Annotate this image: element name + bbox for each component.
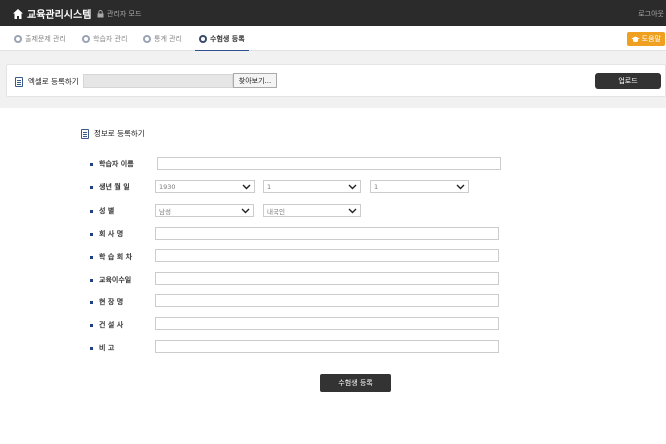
completion-label: 교육이수일 bbox=[90, 275, 131, 285]
upload-button[interactable]: 업로드 bbox=[595, 73, 661, 89]
chevron-down-icon bbox=[242, 184, 251, 190]
home-icon bbox=[13, 8, 23, 19]
birth-day-select[interactable]: 1 bbox=[370, 180, 469, 193]
chevron-down-icon bbox=[348, 184, 357, 190]
completion-label-text: 교육이수일 bbox=[99, 276, 132, 284]
name-label: 학습자 이름 bbox=[90, 159, 134, 169]
tab-question-management[interactable]: 출제문제 관리 bbox=[14, 26, 66, 51]
browse-button[interactable]: 찾아보기... bbox=[233, 73, 277, 88]
graduation-cap-icon bbox=[631, 36, 640, 42]
form-section-title: 정보로 등록하기 bbox=[81, 128, 145, 139]
bullet bbox=[90, 323, 93, 327]
company-label: 회 사 명 bbox=[90, 229, 123, 239]
logout-link[interactable]: 로그아웃 bbox=[638, 9, 664, 19]
tab-label: 출제문제 관리 bbox=[25, 34, 66, 43]
brand-title: 교육관리시스템 bbox=[27, 10, 92, 21]
session-input[interactable] bbox=[155, 249, 499, 262]
chevron-down-icon bbox=[456, 184, 465, 190]
help-button[interactable]: 도움말 bbox=[626, 32, 665, 46]
help-label: 도움말 bbox=[641, 35, 661, 43]
bullet bbox=[90, 209, 93, 213]
contractor-label-text: 건 설 사 bbox=[99, 321, 124, 329]
register-examinee-button[interactable]: 수험생 등록 bbox=[320, 374, 391, 392]
birth-month-select[interactable]: 1 bbox=[263, 180, 361, 193]
note-input[interactable] bbox=[155, 340, 499, 353]
document-icon bbox=[81, 128, 89, 139]
site-label: 현 장 명 bbox=[90, 297, 123, 307]
file-path-field[interactable] bbox=[83, 74, 233, 88]
nationality-value: 내국인 bbox=[267, 207, 285, 216]
excel-title-text: 엑셀로 등록하기 bbox=[28, 77, 79, 86]
excel-upload-panel: 엑셀로 등록하기 찾아보기... 업로드 bbox=[6, 64, 666, 97]
company-label-text: 회 사 명 bbox=[99, 230, 124, 238]
tab-icon bbox=[14, 34, 22, 43]
name-input[interactable] bbox=[157, 157, 501, 170]
tab-label: 통계 관리 bbox=[154, 34, 182, 43]
gender-select[interactable]: 남성 bbox=[155, 204, 254, 217]
tab-statistics-management[interactable]: 통계 관리 bbox=[143, 26, 182, 51]
lock-icon bbox=[97, 10, 104, 18]
top-bar: 교육관리시스템 관리자 모드 로그아웃 bbox=[0, 0, 666, 26]
brand[interactable]: 교육관리시스템 bbox=[12, 6, 91, 21]
tab-label: 수험생 등록 bbox=[210, 34, 245, 43]
note-label: 비 고 bbox=[90, 343, 114, 353]
bullet bbox=[90, 278, 93, 282]
birth-label: 생년 월 일 bbox=[90, 182, 130, 192]
bullet bbox=[90, 300, 93, 304]
gender-label: 성 별 bbox=[90, 206, 114, 216]
tab-examinee-registration[interactable]: 수험생 등록 bbox=[195, 26, 249, 52]
birth-day-value: 1 bbox=[374, 182, 379, 191]
chevron-down-icon bbox=[348, 208, 357, 214]
gender-value: 남성 bbox=[159, 207, 171, 216]
admin-mode-label: 관리자 모드 bbox=[107, 10, 142, 18]
site-label-text: 현 장 명 bbox=[99, 298, 124, 306]
session-label: 학 습 회 차 bbox=[90, 252, 132, 262]
birth-label-text: 생년 월 일 bbox=[99, 183, 130, 191]
contractor-label: 건 설 사 bbox=[90, 320, 123, 330]
document-icon bbox=[15, 76, 23, 87]
birth-month-value: 1 bbox=[267, 182, 272, 191]
form-title-text: 정보로 등록하기 bbox=[94, 129, 145, 138]
site-input[interactable] bbox=[155, 294, 499, 307]
tab-icon bbox=[143, 34, 151, 43]
bullet bbox=[90, 255, 93, 259]
birth-year-value: 1930 bbox=[159, 182, 176, 191]
tab-icon bbox=[199, 34, 207, 43]
completion-date-input[interactable] bbox=[155, 272, 499, 285]
name-label-text: 학습자 이름 bbox=[99, 160, 134, 168]
note-label-text: 비 고 bbox=[99, 344, 115, 352]
bullet bbox=[90, 162, 93, 166]
gender-label-text: 성 별 bbox=[99, 207, 115, 215]
admin-mode: 관리자 모드 bbox=[97, 9, 141, 19]
birth-year-select[interactable]: 1930 bbox=[155, 180, 255, 193]
company-input[interactable] bbox=[155, 227, 499, 240]
bullet bbox=[90, 185, 93, 189]
tab-learner-management[interactable]: 학습자 관리 bbox=[82, 26, 127, 51]
tab-icon bbox=[82, 34, 90, 43]
bullet bbox=[90, 232, 93, 236]
nationality-select[interactable]: 내국인 bbox=[263, 204, 361, 217]
session-label-text: 학 습 회 차 bbox=[99, 253, 133, 261]
excel-section-title: 엑셀로 등록하기 bbox=[15, 76, 79, 87]
tab-bar: 출제문제 관리 학습자 관리 통계 관리 수험생 등록 도움말 bbox=[0, 26, 666, 52]
chevron-down-icon bbox=[241, 208, 250, 214]
bullet bbox=[90, 346, 93, 350]
contractor-input[interactable] bbox=[155, 317, 499, 330]
tab-label: 학습자 관리 bbox=[93, 34, 128, 43]
